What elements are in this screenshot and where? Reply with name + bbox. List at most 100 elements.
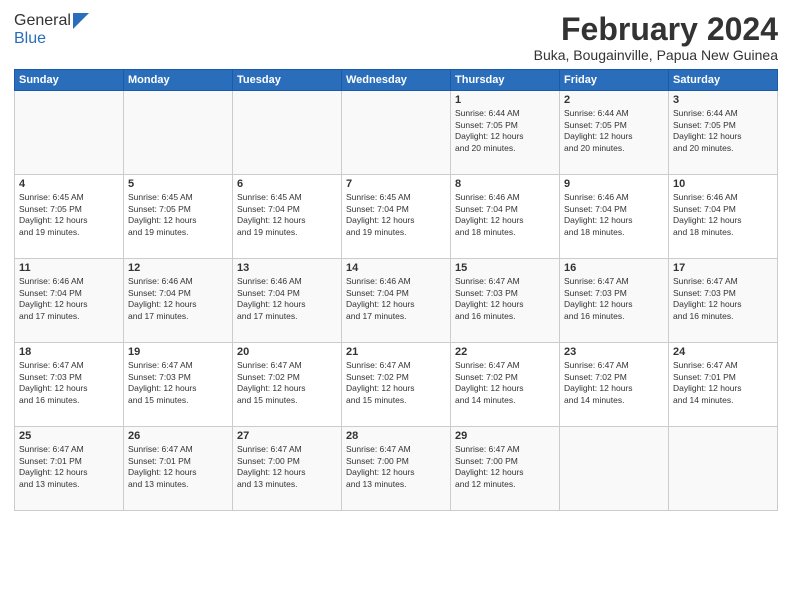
cell-info: Sunrise: 6:47 AM Sunset: 7:02 PM Dayligh… (346, 360, 446, 406)
calendar-cell: 26 Sunrise: 6:47 AM Sunset: 7:01 PM Dayli… (124, 427, 233, 511)
cell-info: Sunrise: 6:47 AM Sunset: 7:03 PM Dayligh… (455, 276, 555, 322)
calendar-cell: 21 Sunrise: 6:47 AM Sunset: 7:02 PM Dayli… (342, 343, 451, 427)
day-number: 9 (564, 178, 664, 190)
day-number: 28 (346, 430, 446, 442)
calendar-cell: 10 Sunrise: 6:46 AM Sunset: 7:04 PM Dayli… (669, 175, 778, 259)
day-number: 20 (237, 346, 337, 358)
calendar-cell (342, 91, 451, 175)
cell-info: Sunrise: 6:47 AM Sunset: 7:00 PM Dayligh… (237, 444, 337, 490)
calendar-cell (233, 91, 342, 175)
header-thursday: Thursday (451, 70, 560, 91)
cell-info: Sunrise: 6:47 AM Sunset: 7:00 PM Dayligh… (346, 444, 446, 490)
day-number: 1 (455, 94, 555, 106)
cell-info: Sunrise: 6:45 AM Sunset: 7:04 PM Dayligh… (346, 192, 446, 238)
calendar-cell: 6 Sunrise: 6:45 AM Sunset: 7:04 PM Daylig… (233, 175, 342, 259)
day-number: 7 (346, 178, 446, 190)
day-number: 27 (237, 430, 337, 442)
day-number: 17 (673, 262, 773, 274)
calendar-cell: 18Sunrise: 6:47 AM Sunset: 7:03 PM Dayli… (15, 343, 124, 427)
calendar-cell: 25Sunrise: 6:47 AM Sunset: 7:01 PM Dayli… (15, 427, 124, 511)
day-number: 13 (237, 262, 337, 274)
calendar-cell: 7 Sunrise: 6:45 AM Sunset: 7:04 PM Daylig… (342, 175, 451, 259)
page: General Blue February 2024 Buka, Bougain… (0, 0, 792, 612)
calendar-header: Sunday Monday Tuesday Wednesday Thursday… (15, 70, 778, 91)
cell-info: Sunrise: 6:47 AM Sunset: 7:03 PM Dayligh… (128, 360, 228, 406)
calendar-cell: 16 Sunrise: 6:47 AM Sunset: 7:03 PM Dayli… (560, 259, 669, 343)
day-number: 26 (128, 430, 228, 442)
calendar-cell: 9 Sunrise: 6:46 AM Sunset: 7:04 PM Daylig… (560, 175, 669, 259)
cell-info: Sunrise: 6:46 AM Sunset: 7:04 PM Dayligh… (673, 192, 773, 238)
month-title: February 2024 (534, 12, 778, 47)
day-number: 14 (346, 262, 446, 274)
calendar-cell: 15Sunrise: 6:47 AM Sunset: 7:03 PM Dayli… (451, 259, 560, 343)
calendar-cell: 4Sunrise: 6:45 AM Sunset: 7:05 PM Daylig… (15, 175, 124, 259)
logo: General Blue (14, 12, 89, 48)
day-number: 23 (564, 346, 664, 358)
cell-info: Sunrise: 6:47 AM Sunset: 7:01 PM Dayligh… (673, 360, 773, 406)
header-monday: Monday (124, 70, 233, 91)
cell-info: Sunrise: 6:46 AM Sunset: 7:04 PM Dayligh… (237, 276, 337, 322)
header-friday: Friday (560, 70, 669, 91)
calendar-cell: 17 Sunrise: 6:47 AM Sunset: 7:03 PM Dayli… (669, 259, 778, 343)
cell-info: Sunrise: 6:47 AM Sunset: 7:01 PM Dayligh… (128, 444, 228, 490)
calendar-week-row: 4Sunrise: 6:45 AM Sunset: 7:05 PM Daylig… (15, 175, 778, 259)
day-number: 10 (673, 178, 773, 190)
calendar-cell: 24 Sunrise: 6:47 AM Sunset: 7:01 PM Dayli… (669, 343, 778, 427)
calendar-body: 1 Sunrise: 6:44 AM Sunset: 7:05 PM Daylig… (15, 91, 778, 511)
cell-info: Sunrise: 6:44 AM Sunset: 7:05 PM Dayligh… (673, 108, 773, 154)
cell-info: Sunrise: 6:46 AM Sunset: 7:04 PM Dayligh… (564, 192, 664, 238)
day-number: 6 (237, 178, 337, 190)
calendar-cell: 5Sunrise: 6:45 AM Sunset: 7:05 PM Daylig… (124, 175, 233, 259)
calendar-cell: 1 Sunrise: 6:44 AM Sunset: 7:05 PM Daylig… (451, 91, 560, 175)
calendar-week-row: 25Sunrise: 6:47 AM Sunset: 7:01 PM Dayli… (15, 427, 778, 511)
calendar-cell: 27 Sunrise: 6:47 AM Sunset: 7:00 PM Dayli… (233, 427, 342, 511)
calendar-cell (669, 427, 778, 511)
calendar-cell: 20 Sunrise: 6:47 AM Sunset: 7:02 PM Dayli… (233, 343, 342, 427)
calendar-cell: 23 Sunrise: 6:47 AM Sunset: 7:02 PM Dayli… (560, 343, 669, 427)
calendar-cell: 8 Sunrise: 6:46 AM Sunset: 7:04 PM Daylig… (451, 175, 560, 259)
calendar-cell (560, 427, 669, 511)
day-number: 3 (673, 94, 773, 106)
cell-info: Sunrise: 6:47 AM Sunset: 7:02 PM Dayligh… (455, 360, 555, 406)
day-number: 12 (128, 262, 228, 274)
calendar-cell: 29Sunrise: 6:47 AM Sunset: 7:00 PM Dayli… (451, 427, 560, 511)
calendar-cell: 12 Sunrise: 6:46 AM Sunset: 7:04 PM Dayli… (124, 259, 233, 343)
day-number: 24 (673, 346, 773, 358)
day-number: 18 (19, 346, 119, 358)
logo-triangle-icon (73, 13, 89, 29)
calendar-cell: 11 Sunrise: 6:46 AM Sunset: 7:04 PM Dayli… (15, 259, 124, 343)
cell-info: Sunrise: 6:46 AM Sunset: 7:04 PM Dayligh… (19, 276, 119, 322)
cell-info: Sunrise: 6:46 AM Sunset: 7:04 PM Dayligh… (346, 276, 446, 322)
calendar-cell: 13 Sunrise: 6:46 AM Sunset: 7:04 PM Dayli… (233, 259, 342, 343)
cell-info: Sunrise: 6:47 AM Sunset: 7:01 PM Dayligh… (19, 444, 119, 490)
header-wednesday: Wednesday (342, 70, 451, 91)
cell-info: Sunrise: 6:47 AM Sunset: 7:03 PM Dayligh… (673, 276, 773, 322)
day-number: 21 (346, 346, 446, 358)
calendar-cell: 22 Sunrise: 6:47 AM Sunset: 7:02 PM Dayli… (451, 343, 560, 427)
day-number: 8 (455, 178, 555, 190)
cell-info: Sunrise: 6:45 AM Sunset: 7:05 PM Dayligh… (128, 192, 228, 238)
header-saturday: Saturday (669, 70, 778, 91)
day-number: 16 (564, 262, 664, 274)
calendar-cell (124, 91, 233, 175)
calendar-cell: 14 Sunrise: 6:46 AM Sunset: 7:04 PM Dayli… (342, 259, 451, 343)
cell-info: Sunrise: 6:47 AM Sunset: 7:02 PM Dayligh… (564, 360, 664, 406)
calendar-week-row: 1 Sunrise: 6:44 AM Sunset: 7:05 PM Daylig… (15, 91, 778, 175)
header-sunday: Sunday (15, 70, 124, 91)
cell-info: Sunrise: 6:47 AM Sunset: 7:03 PM Dayligh… (564, 276, 664, 322)
day-number: 11 (19, 262, 119, 274)
location-title: Buka, Bougainville, Papua New Guinea (534, 47, 778, 63)
calendar-cell (15, 91, 124, 175)
title-area: February 2024 Buka, Bougainville, Papua … (534, 12, 778, 63)
header-row: Sunday Monday Tuesday Wednesday Thursday… (15, 70, 778, 91)
cell-info: Sunrise: 6:46 AM Sunset: 7:04 PM Dayligh… (128, 276, 228, 322)
day-number: 22 (455, 346, 555, 358)
logo-general-text: General (14, 12, 71, 30)
day-number: 19 (128, 346, 228, 358)
cell-info: Sunrise: 6:46 AM Sunset: 7:04 PM Dayligh… (455, 192, 555, 238)
cell-info: Sunrise: 6:47 AM Sunset: 7:02 PM Dayligh… (237, 360, 337, 406)
day-number: 2 (564, 94, 664, 106)
cell-info: Sunrise: 6:45 AM Sunset: 7:04 PM Dayligh… (237, 192, 337, 238)
day-number: 29 (455, 430, 555, 442)
cell-info: Sunrise: 6:44 AM Sunset: 7:05 PM Dayligh… (455, 108, 555, 154)
